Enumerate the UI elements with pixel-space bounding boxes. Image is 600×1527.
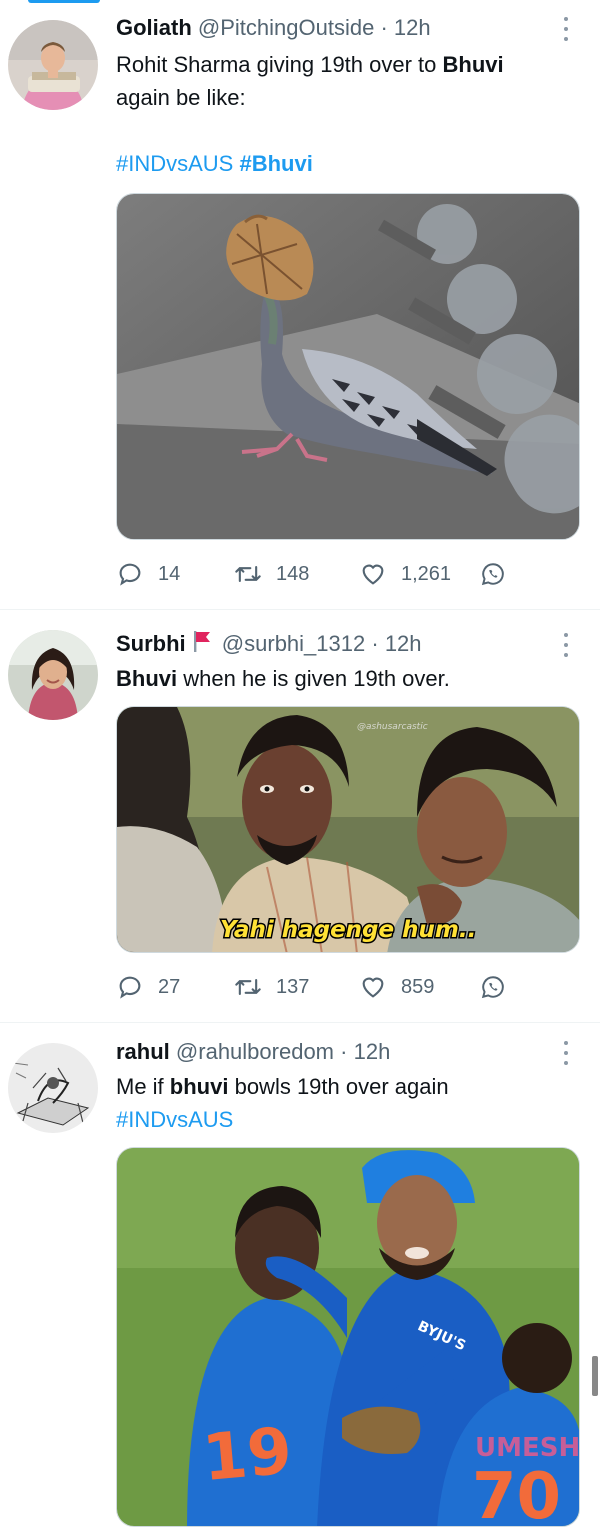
like-button[interactable]: 859 [359, 972, 434, 1002]
text-bold: bhuvi [169, 1074, 229, 1099]
tweet-text: Bhuvi when he is given 19th over. [116, 662, 566, 695]
jersey-name-umesh: UMESH [475, 1433, 580, 1463]
hashtag-link[interactable]: #Bhuvi [239, 151, 312, 176]
like-count: 1,261 [401, 562, 452, 585]
reply-count: 27 [158, 975, 181, 998]
text-bold: Bhuvi [116, 666, 178, 691]
author-handle[interactable]: @surbhi_1312 [222, 631, 365, 656]
whatsapp-icon [481, 563, 504, 586]
more-options-icon[interactable] [556, 1039, 576, 1067]
like-count: 859 [401, 975, 435, 998]
timestamp[interactable]: 12h [394, 15, 431, 40]
text-bold: Bhuvi [442, 52, 504, 77]
author-name[interactable]: Surbhi [116, 631, 186, 656]
tweet-actions: 27 137 859 [116, 972, 580, 1002]
tweet-header: Surbhi @surbhi_1312 · 12h [116, 629, 422, 659]
like-button[interactable]: 1,261 [359, 559, 451, 589]
text-part: again be like: [116, 85, 246, 110]
text-part: Rohit Sharma giving 19th over to [116, 52, 443, 77]
scrollbar-thumb[interactable] [592, 1356, 598, 1396]
tweet-actions: 14 148 1,261 [116, 559, 580, 589]
reply-icon [119, 976, 141, 999]
text-part: Me if [116, 1074, 170, 1099]
tweet-image-meme[interactable]: @ashusarcastic Yahi hagenge hum.. [116, 706, 580, 953]
whatsapp-icon [481, 976, 504, 999]
retweet-count: 148 [276, 562, 310, 585]
meme-caption: Yahi hagenge hum.. [220, 917, 476, 943]
timestamp[interactable]: 12h [354, 1039, 391, 1064]
separator-dot: · [340, 1039, 348, 1064]
tweet-image-cricket[interactable]: 19 BYJU'S UMESH 70 [116, 1147, 580, 1527]
retweet-count: 137 [276, 975, 310, 998]
share-whatsapp-button[interactable] [480, 972, 520, 1002]
retweet-button[interactable]: 148 [234, 559, 309, 589]
avatar[interactable] [8, 20, 98, 110]
tweet-header: Goliath @PitchingOutside · 12h [116, 13, 431, 43]
more-options-icon[interactable] [556, 15, 576, 43]
tweet-image-pigeon[interactable] [116, 193, 580, 540]
reply-button[interactable]: 27 [116, 972, 180, 1002]
text-part: bowls 19th over again [228, 1074, 449, 1099]
share-whatsapp-button[interactable] [480, 559, 520, 589]
retweet-icon [235, 978, 261, 996]
text-part: when he is given 19th over. [177, 666, 450, 691]
tweet-header: rahul @rahulboredom · 12h [116, 1037, 390, 1067]
tweet-goliath[interactable]: Goliath @PitchingOutside · 12h Rohit Sha… [0, 0, 600, 609]
reply-count: 14 [158, 562, 181, 585]
heart-icon [362, 564, 384, 585]
author-name[interactable]: Goliath [116, 15, 192, 40]
retweet-icon [235, 565, 261, 583]
reply-button[interactable]: 14 [116, 559, 180, 589]
author-handle[interactable]: @rahulboredom [176, 1039, 334, 1064]
tweet-text: Me if bhuvi bowls 19th over again #INDvs… [116, 1070, 566, 1136]
tweet-text: Rohit Sharma giving 19th over to Bhuvi a… [116, 48, 566, 180]
author-name[interactable]: rahul [116, 1039, 170, 1064]
red-flag-icon [193, 631, 210, 652]
tweet-surbhi[interactable]: Surbhi @surbhi_1312 · 12h Bhuvi when he … [0, 610, 600, 1022]
author-handle[interactable]: @PitchingOutside [198, 15, 374, 40]
avatar[interactable] [8, 1043, 98, 1133]
timestamp[interactable]: 12h [385, 631, 422, 656]
avatar[interactable] [8, 630, 98, 720]
separator-dot: · [371, 631, 379, 656]
tweet-rahul[interactable]: rahul @rahulboredom · 12h Me if bhuvi bo… [0, 1023, 600, 1527]
hashtag-link[interactable]: #INDvsAUS [116, 1107, 233, 1132]
heart-icon [362, 977, 384, 998]
jersey-number-70: 70 [472, 1460, 561, 1527]
jersey-number-19: 19 [200, 1415, 295, 1496]
more-options-icon[interactable] [556, 631, 576, 659]
hashtag-link[interactable]: #INDvsAUS [116, 151, 233, 176]
separator-dot: · [380, 15, 388, 40]
media-watermark: @ashusarcastic [357, 722, 428, 732]
retweet-button[interactable]: 137 [234, 972, 309, 1002]
reply-icon [119, 563, 141, 586]
